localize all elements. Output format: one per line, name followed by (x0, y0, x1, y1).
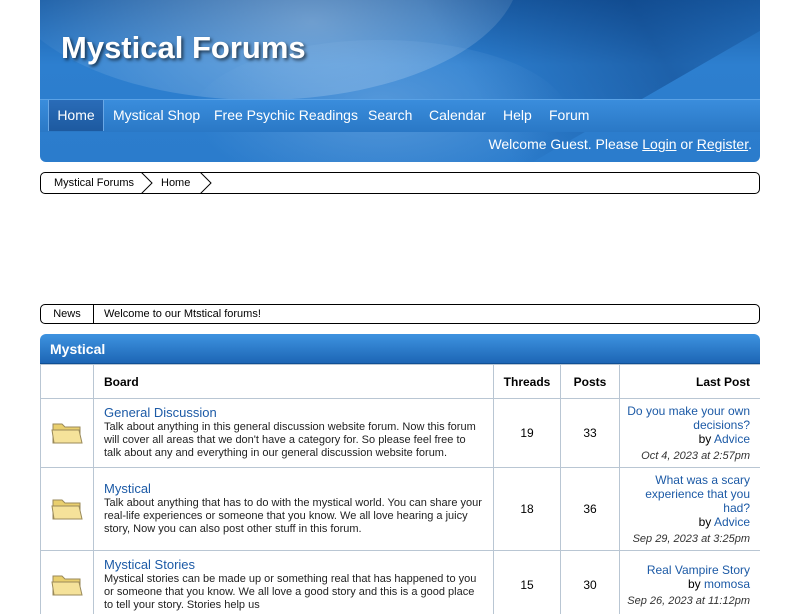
login-link[interactable]: Login (642, 136, 676, 152)
header-posts: Posts (561, 365, 620, 399)
thread-count: 19 (494, 399, 561, 468)
thread-count: 18 (494, 468, 561, 551)
last-post-cell: Do you make your own decisions? by Advic… (620, 399, 761, 468)
table-row: Mystical Stories Mystical stories can be… (41, 551, 761, 614)
folder-icon (51, 494, 83, 522)
header-last-post: Last Post (620, 365, 761, 399)
news-label: News (41, 305, 94, 323)
post-count: 30 (561, 551, 620, 614)
nav-mystical-shop[interactable]: Mystical Shop (113, 100, 200, 131)
chevron-right-icon (140, 172, 154, 194)
chevron-right-icon (199, 172, 213, 194)
last-post-date: Sep 26, 2023 at 11:12pm (626, 594, 750, 608)
last-post-user-link[interactable]: Advice (714, 432, 750, 446)
nav-search[interactable]: Search (368, 100, 412, 131)
table-header-row: Board Threads Posts Last Post (41, 365, 761, 399)
nav-free-psychic-readings[interactable]: Free Psychic Readings (214, 100, 358, 131)
nav-home[interactable]: Home (48, 100, 104, 131)
last-post-date: Oct 4, 2023 at 2:57pm (626, 449, 750, 463)
main-navbar: Home Mystical Shop Free Psychic Readings… (40, 99, 760, 132)
welcome-message: Welcome Guest. Please Login or Register. (488, 136, 752, 152)
board-title-link[interactable]: Mystical (104, 481, 485, 496)
table-row: General Discussion Talk about anything i… (41, 399, 761, 468)
board-description: Talk about anything in this general disc… (104, 421, 485, 460)
header-threads: Threads (494, 365, 561, 399)
news-bar: News Welcome to our Mtstical forums! (40, 304, 760, 324)
last-post-link[interactable]: Do you make your own decisions? (626, 404, 750, 432)
nav-calendar[interactable]: Calendar (429, 100, 486, 131)
folder-icon (51, 418, 83, 446)
last-post-cell: What was a scary experience that you had… (620, 468, 761, 551)
category-title[interactable]: Mystical (50, 341, 105, 357)
breadcrumb-item-forums[interactable]: Mystical Forums (54, 173, 134, 193)
board-table: Board Threads Posts Last Post General Di… (40, 364, 760, 614)
post-count: 36 (561, 468, 620, 551)
breadcrumb-item-home[interactable]: Home (161, 173, 190, 193)
site-header: Mystical Forums Home Mystical Shop Free … (40, 0, 760, 162)
last-post-user-link[interactable]: momosa (704, 577, 750, 591)
last-post-date: Sep 29, 2023 at 3:25pm (626, 532, 750, 546)
folder-icon (51, 570, 83, 598)
news-text: Welcome to our Mtstical forums! (104, 305, 261, 323)
last-post-user-link[interactable]: Advice (714, 515, 750, 529)
header-board: Board (94, 365, 494, 399)
board-title-link[interactable]: General Discussion (104, 405, 485, 420)
last-post-link[interactable]: What was a scary experience that you had… (626, 473, 750, 515)
breadcrumb: Mystical Forums Home (40, 172, 760, 194)
board-title-link[interactable]: Mystical Stories (104, 557, 485, 572)
site-title[interactable]: Mystical Forums (61, 30, 306, 66)
board-description: Mystical stories can be made up or somet… (104, 573, 485, 612)
post-count: 33 (561, 399, 620, 468)
register-link[interactable]: Register (697, 136, 748, 152)
board-description: Talk about anything that has to do with … (104, 497, 485, 536)
nav-forum[interactable]: Forum (549, 100, 589, 131)
forum-category: Mystical Board Threads Posts Last Post G… (40, 334, 760, 614)
last-post-link[interactable]: Real Vampire Story (626, 563, 750, 577)
category-header: Mystical (40, 334, 760, 364)
table-row: Mystical Talk about anything that has to… (41, 468, 761, 551)
last-post-cell: Real Vampire Story by momosa Sep 26, 202… (620, 551, 761, 614)
nav-help[interactable]: Help (503, 100, 532, 131)
thread-count: 15 (494, 551, 561, 614)
